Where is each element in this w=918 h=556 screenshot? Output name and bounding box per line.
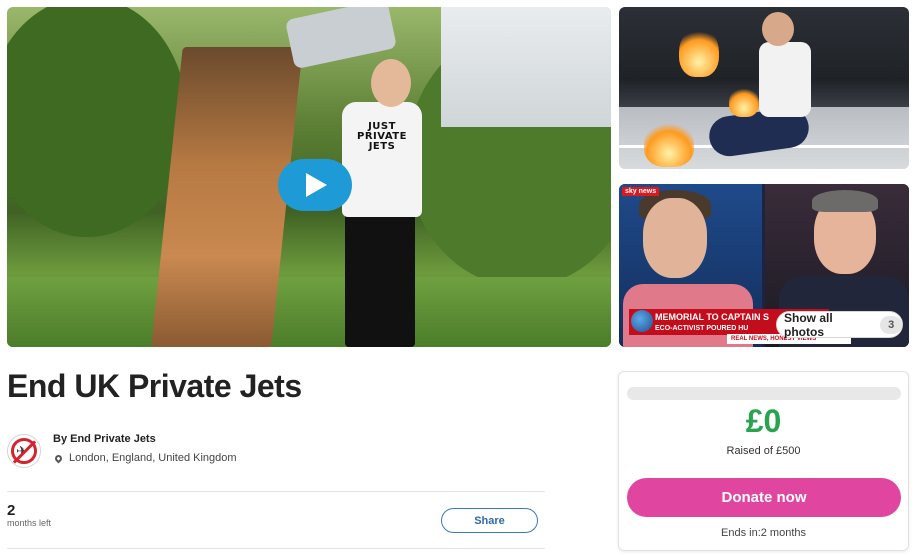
share-button[interactable]: Share	[441, 508, 538, 533]
sky-area	[441, 7, 611, 127]
hero-video[interactable]: JUST PRIVATE JETS	[7, 7, 611, 347]
photo-count-badge: 3	[880, 315, 902, 334]
location-pin-icon	[53, 453, 64, 463]
time-left-value: 2	[7, 502, 16, 519]
guest-face	[643, 198, 707, 278]
donation-card: £0 Raised of £500 Donate now Ends in:2 m…	[618, 371, 909, 551]
protester-legs	[345, 212, 415, 347]
campaign-title: End UK Private Jets	[7, 368, 302, 404]
show-all-photos-button[interactable]: Show all photos 3	[776, 310, 903, 339]
organizer-location: London, England, United Kingdom	[53, 452, 237, 464]
amount-raised: £0	[745, 403, 782, 439]
progress-bar	[627, 387, 901, 400]
paint-can	[284, 7, 398, 70]
grass-area	[7, 277, 611, 347]
globe-icon	[631, 310, 653, 332]
location-text: London, England, United Kingdom	[69, 452, 237, 464]
tree-foliage	[7, 7, 187, 237]
protester-head	[371, 59, 411, 107]
host-hair	[812, 190, 878, 212]
organizer-avatar[interactable]: ✈	[7, 434, 41, 468]
time-left-label: months left	[7, 518, 52, 528]
campaign-end-time: Ends in:2 months	[721, 527, 806, 539]
divider	[7, 491, 545, 492]
flame	[679, 27, 719, 77]
protester-shirt	[342, 102, 422, 217]
flame	[644, 122, 694, 167]
raised-of-goal: Raised of £500	[726, 445, 801, 457]
protester-shirt	[759, 42, 811, 117]
donate-now-button[interactable]: Donate now	[627, 478, 901, 517]
show-all-photos-label: Show all photos	[784, 310, 833, 339]
organizer-name[interactable]: By End Private Jets	[53, 433, 156, 445]
organizer-info: ✈ By End Private Jets London, England, U…	[7, 432, 547, 478]
gallery-photo-1[interactable]	[619, 7, 909, 169]
divider	[7, 548, 545, 549]
shirt-slogan: JUST PRIVATE JETS	[357, 121, 407, 152]
flame	[729, 87, 759, 117]
protester-head	[762, 12, 794, 46]
play-icon[interactable]	[278, 159, 352, 211]
news-channel-logo: sky news	[622, 187, 660, 196]
